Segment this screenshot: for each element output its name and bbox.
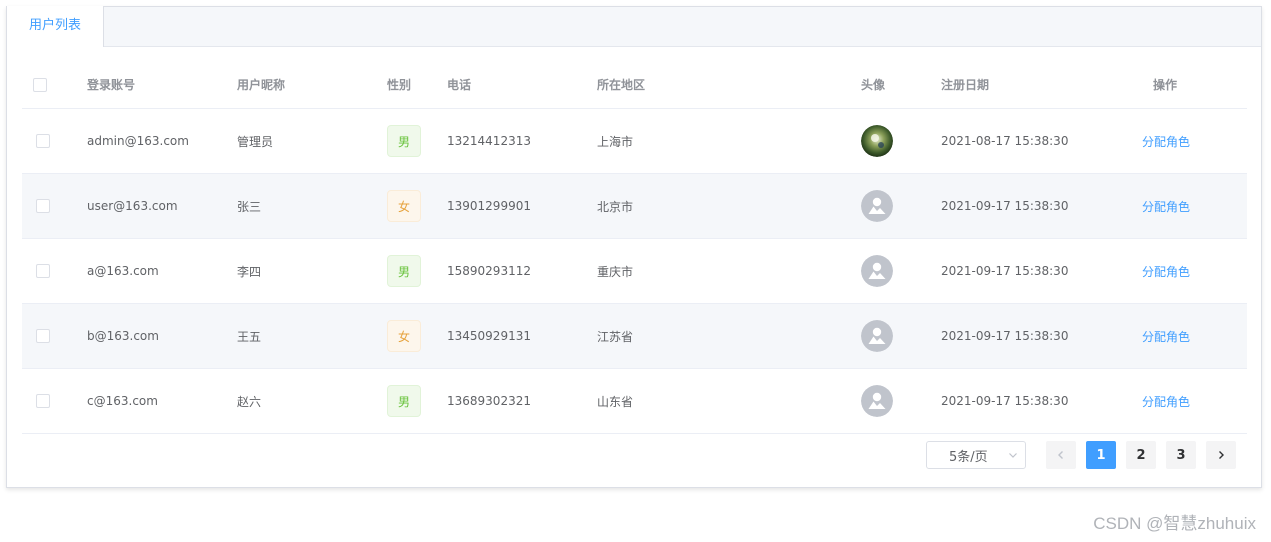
gender-tag: 男	[387, 385, 421, 417]
cell-action: 分配角色	[1142, 174, 1190, 238]
tab-bar: 用户列表	[6, 6, 1261, 47]
default-avatar-icon	[861, 320, 893, 352]
cell-gender: 男	[387, 369, 421, 433]
chevron-down-icon	[1007, 449, 1019, 461]
select-all-checkbox[interactable]	[33, 77, 47, 92]
header-date[interactable]: 注册日期	[941, 61, 989, 108]
header-region[interactable]: 所在地区	[597, 61, 645, 108]
cell-nickname: 王五	[237, 329, 262, 344]
gender-tag: 女	[387, 190, 421, 222]
gender-tag: 女	[387, 320, 421, 352]
chevron-right-icon	[1216, 450, 1226, 460]
watermark: CSDN @智慧zhuhuix	[1093, 514, 1256, 533]
cell-avatar	[861, 109, 893, 173]
table-row: admin@163.com 管理员 男 13214412313 上海市 2021-08-1…	[22, 109, 1247, 174]
gender-tag: 男	[387, 125, 421, 157]
page-size-select[interactable]: 5条/页	[926, 441, 1026, 469]
page-size-label: 5条/页	[949, 449, 988, 465]
page-button-1[interactable]: 1	[1086, 441, 1116, 469]
cell-region: 山东省	[597, 394, 634, 409]
cell-action: 分配角色	[1142, 369, 1190, 433]
assign-role-button[interactable]: 分配角色	[1142, 198, 1190, 215]
assign-role-button[interactable]: 分配角色	[1142, 263, 1190, 280]
row-checkbox[interactable]	[36, 329, 50, 343]
row-checkbox[interactable]	[36, 264, 50, 278]
cell-action: 分配角色	[1142, 109, 1190, 173]
row-select-cell	[36, 369, 50, 433]
cell-action: 分配角色	[1142, 304, 1190, 368]
cell-phone: 13689302321	[447, 394, 531, 408]
cell-date: 2021-09-17 15:38:30	[941, 394, 1069, 408]
table-row: c@163.com 赵六 男 13689302321 山东省 2021-09-17 15:…	[22, 369, 1247, 434]
header-action: 操作	[1153, 78, 1178, 92]
cell-gender: 男	[387, 109, 421, 173]
table-body: admin@163.com 管理员男 13214412313 上海市 2021-08-1…	[22, 109, 1247, 434]
cell-date: 2021-09-17 15:38:30	[941, 199, 1069, 213]
cell-region: 上海市	[597, 134, 634, 149]
cell-nickname: 管理员	[237, 134, 274, 149]
assign-role-button[interactable]: 分配角色	[1142, 133, 1190, 150]
cell-avatar	[861, 369, 893, 433]
next-page-button[interactable]	[1206, 441, 1236, 469]
cell-action: 分配角色	[1142, 239, 1190, 303]
cell-nickname: 李四	[237, 264, 262, 279]
cell-avatar	[861, 304, 893, 368]
cell-gender: 女	[387, 304, 421, 368]
cell-phone: 13450929131	[447, 329, 531, 343]
select-all-cell	[33, 61, 47, 108]
default-avatar-icon	[861, 255, 893, 287]
cell-date: 2021-09-17 15:38:30	[941, 329, 1069, 343]
default-avatar-icon	[861, 385, 893, 417]
cell-nickname: 赵六	[237, 394, 262, 409]
row-select-cell	[36, 239, 50, 303]
cell-region: 重庆市	[597, 264, 634, 279]
pagination: 5条/页 1 2 3	[7, 441, 1263, 477]
header-nickname[interactable]: 用户昵称	[237, 61, 285, 108]
user-list-card: 用户列表 登录账号 用户昵称 性别 电话 所在地区 头像 注册日期 操作 adm…	[6, 6, 1262, 488]
cell-avatar	[861, 239, 893, 303]
cell-account: user@163.com	[87, 199, 178, 213]
header-account[interactable]: 登录账号	[87, 61, 135, 108]
table-header-row: 登录账号 用户昵称 性别 电话 所在地区 头像 注册日期 操作	[22, 61, 1247, 109]
default-avatar-icon	[861, 190, 893, 222]
page-button-2[interactable]: 2	[1126, 441, 1156, 469]
cell-phone: 13214412313	[447, 134, 531, 148]
table-row: a@163.com 李四 男 15890293112 重庆市 2021-09-17 15:…	[22, 239, 1247, 304]
cell-date: 2021-08-17 15:38:30	[941, 134, 1069, 148]
assign-role-button[interactable]: 分配角色	[1142, 328, 1190, 345]
header-avatar[interactable]: 头像	[861, 61, 885, 108]
table-row: user@163.com 张三 女 13901299901 北京市 2021-09-17 …	[22, 174, 1247, 239]
prev-page-button[interactable]	[1046, 441, 1076, 469]
cell-gender: 女	[387, 174, 421, 238]
cell-avatar	[861, 174, 893, 238]
row-checkbox[interactable]	[36, 199, 50, 213]
row-select-cell	[36, 304, 50, 368]
cell-phone: 15890293112	[447, 264, 531, 278]
cell-region: 北京市	[597, 199, 634, 214]
cell-account: c@163.com	[87, 394, 158, 408]
row-checkbox[interactable]	[36, 134, 50, 148]
cell-phone: 13901299901	[447, 199, 531, 213]
cell-account: a@163.com	[87, 264, 159, 278]
header-gender[interactable]: 性别	[387, 61, 411, 108]
cell-account: b@163.com	[87, 329, 159, 343]
avatar	[861, 125, 893, 157]
cell-date: 2021-09-17 15:38:30	[941, 264, 1069, 278]
tab-user-list[interactable]: 用户列表	[6, 6, 104, 47]
user-table: 登录账号 用户昵称 性别 电话 所在地区 头像 注册日期 操作 admin@16…	[22, 61, 1247, 434]
chevron-left-icon	[1056, 450, 1066, 460]
row-checkbox[interactable]	[36, 394, 50, 408]
page-button-3[interactable]: 3	[1166, 441, 1196, 469]
table-row: b@163.com 王五 女 13450929131 江苏省 2021-09-17 15:…	[22, 304, 1247, 369]
assign-role-button[interactable]: 分配角色	[1142, 393, 1190, 410]
row-select-cell	[36, 109, 50, 173]
cell-nickname: 张三	[237, 199, 262, 214]
header-phone[interactable]: 电话	[447, 61, 471, 108]
cell-account: admin@163.com	[87, 134, 189, 148]
row-select-cell	[36, 174, 50, 238]
cell-gender: 男	[387, 239, 421, 303]
gender-tag: 男	[387, 255, 421, 287]
cell-region: 江苏省	[597, 329, 634, 344]
